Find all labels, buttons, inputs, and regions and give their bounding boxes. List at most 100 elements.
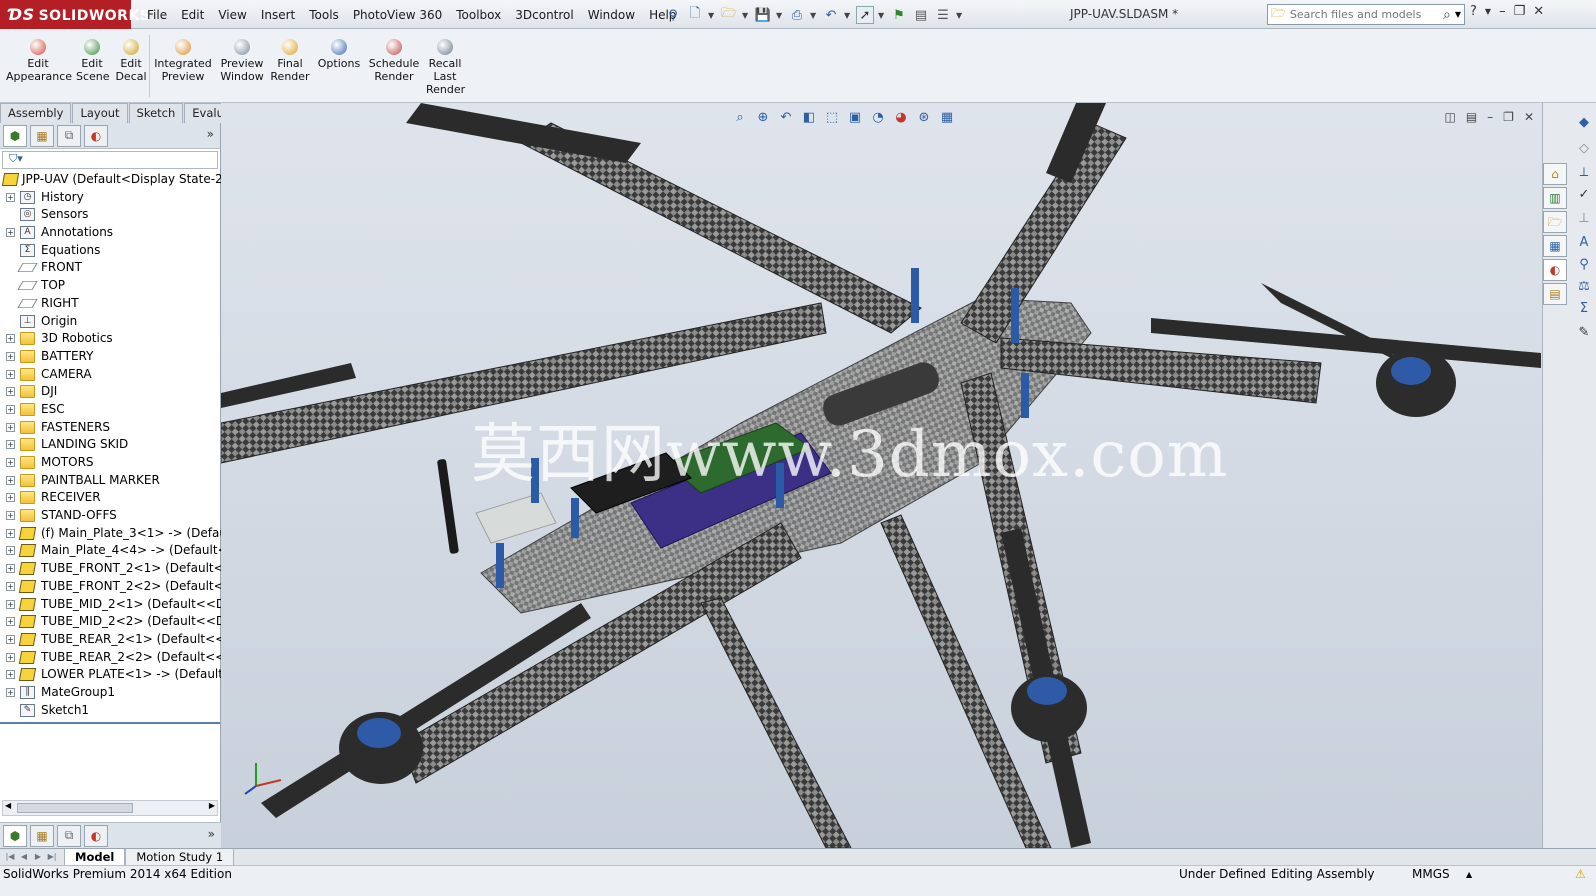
prev-tab-icon[interactable]: ◀: [18, 851, 30, 863]
chevron-down-icon[interactable]: ▼: [878, 11, 886, 20]
search-input[interactable]: [1285, 8, 1443, 21]
last-tab-icon[interactable]: ▶|: [46, 851, 58, 863]
appearances-scenes-icon[interactable]: ◐: [1543, 259, 1567, 281]
scroll-left-icon[interactable]: ◀: [5, 801, 11, 810]
propeller-top-left[interactable]: [406, 103, 641, 163]
tolerance-icon[interactable]: ⚖: [1575, 279, 1593, 297]
display-manager-tab-icon[interactable]: ◐: [84, 124, 108, 147]
check-icon[interactable]: ✓: [1575, 187, 1593, 205]
chevron-up-icon[interactable]: ▲: [1466, 866, 1472, 883]
expand-icon[interactable]: +: [6, 440, 15, 450]
standoff[interactable]: [1011, 288, 1019, 343]
expand-icon[interactable]: +: [6, 528, 15, 538]
tree-item[interactable]: + A Annotations: [0, 224, 220, 242]
tab-model[interactable]: Model: [64, 848, 126, 866]
split-view-2-icon[interactable]: ▤: [1466, 110, 1477, 124]
standoff[interactable]: [571, 498, 579, 538]
expand-icon[interactable]: +: [6, 511, 15, 521]
split-view-icon[interactable]: ◫: [1444, 110, 1455, 124]
chevron-down-icon[interactable]: ▼: [776, 11, 784, 20]
view-palette-icon[interactable]: ▦: [1543, 235, 1567, 257]
tab-assembly[interactable]: Assembly: [0, 103, 72, 123]
expand-icon[interactable]: +: [6, 192, 15, 202]
tree-item[interactable]: ⊥ Origin: [0, 313, 220, 331]
tree-item[interactable]: + CAMERA: [0, 366, 220, 384]
options-button[interactable]: Options: [316, 39, 362, 70]
arm-right[interactable]: [1000, 337, 1322, 404]
apply-scene-icon[interactable]: ⊛: [915, 109, 933, 127]
close-button[interactable]: ✕: [1524, 110, 1534, 124]
expand-icon[interactable]: +: [6, 422, 15, 432]
new-document-icon[interactable]: 🗋: [686, 6, 704, 24]
rebuild-icon[interactable]: ⚑: [890, 6, 908, 24]
edit-appearance-button[interactable]: Edit Appearance: [6, 39, 72, 83]
custom-properties-icon[interactable]: ▤: [1543, 283, 1567, 305]
display-style-icon[interactable]: ▣: [846, 109, 864, 127]
attachment-icon[interactable]: ✎: [1575, 325, 1593, 343]
expand-icon[interactable]: +: [6, 652, 15, 662]
tree-item[interactable]: + FASTENERS: [0, 419, 220, 437]
camera-module[interactable]: [475, 492, 557, 544]
tree-filter[interactable]: ⛉▾: [2, 151, 218, 169]
expand-icon[interactable]: +: [6, 670, 15, 680]
rebuild-status-icon[interactable]: ⚠: [1575, 866, 1586, 883]
design-library-arrow-icon[interactable]: ◆: [1575, 115, 1593, 133]
expand-tabs-icon[interactable]: »: [207, 127, 214, 141]
menu-item-insert[interactable]: Insert: [254, 8, 302, 22]
tree-item[interactable]: ✎ Sketch1: [0, 702, 220, 720]
property-manager-tab-icon[interactable]: ▦: [30, 824, 54, 847]
horizontal-scrollbar[interactable]: ◀ ▶: [2, 800, 218, 816]
expand-icon[interactable]: +: [6, 493, 15, 503]
tree-item[interactable]: + TUBE_MID_2<1> (Default<<Defau: [0, 596, 252, 614]
solidworks-resources-icon[interactable]: ⌂: [1543, 163, 1567, 185]
diamond-icon[interactable]: ◇: [1575, 141, 1593, 159]
save-icon[interactable]: 💾: [754, 6, 772, 24]
chevron-down-icon[interactable]: ▼: [742, 11, 750, 20]
units-selector[interactable]: MMGS: [1412, 866, 1450, 883]
tree-item[interactable]: TOP: [0, 277, 220, 295]
expand-icon[interactable]: +: [6, 581, 15, 591]
search-icon[interactable]: ⌕: [1443, 7, 1451, 23]
menu-item-view[interactable]: View: [211, 8, 253, 22]
feature-manager-tab-icon[interactable]: ⬢: [3, 824, 27, 847]
configuration-manager-tab-icon[interactable]: ⧉: [57, 824, 81, 847]
edit-appearance-icon[interactable]: ◕: [892, 109, 910, 127]
zoom-to-area-icon[interactable]: ⊕: [754, 109, 772, 127]
restore-button[interactable]: ❐: [1514, 4, 1526, 20]
first-tab-icon[interactable]: |◀: [4, 851, 16, 863]
zoom-to-fit-icon[interactable]: ⌕: [731, 109, 749, 127]
expand-icon[interactable]: +: [6, 599, 15, 609]
tree-item[interactable]: + (f) Main_Plate_3<1> -> (Default<<: [0, 525, 255, 543]
tree-item[interactable]: RIGHT: [0, 295, 220, 313]
tab-motion-study-1[interactable]: Motion Study 1: [125, 848, 235, 866]
help-icon[interactable]: ?: [1470, 4, 1477, 20]
search-box[interactable]: 🗁 ⌕ ▼: [1267, 4, 1465, 25]
expand-icon[interactable]: +: [6, 369, 15, 379]
menu-item-tools[interactable]: Tools: [302, 8, 346, 22]
open-folder-icon[interactable]: 🗁: [720, 6, 738, 24]
tree-item[interactable]: Σ Equations: [0, 242, 220, 260]
chevron-down-icon[interactable]: ▼: [1455, 10, 1461, 19]
tree-item[interactable]: + LOWER PLATE<1> -> (Default<<D: [0, 666, 252, 684]
tree-item[interactable]: + TUBE_REAR_2<2> (Default<<Defa: [0, 649, 253, 667]
configuration-manager-tab-icon[interactable]: ⧉: [57, 124, 81, 147]
tree-root-assembly[interactable]: JPP-UAV (Default<Display State-2>): [0, 171, 237, 189]
menu-item-file[interactable]: File: [140, 8, 174, 22]
expand-icon[interactable]: +: [6, 687, 15, 697]
design-library-icon[interactable]: ▥: [1543, 187, 1567, 209]
propeller-right-2[interactable]: [1261, 283, 1401, 363]
tree-item[interactable]: + BATTERY: [0, 348, 220, 366]
section-view-icon[interactable]: ◧: [800, 109, 818, 127]
tree-item[interactable]: + LANDING SKID: [0, 436, 220, 454]
menu-item-toolbox[interactable]: Toolbox: [449, 8, 508, 22]
chevron-down-icon[interactable]: ▼: [1485, 4, 1491, 20]
select-pointer-icon[interactable]: ➚: [856, 6, 874, 24]
antenna[interactable]: [437, 459, 459, 554]
balloon-icon[interactable]: ⚲: [1575, 257, 1593, 275]
scroll-thumb[interactable]: [17, 803, 133, 813]
expand-icon[interactable]: +: [6, 564, 15, 574]
propeller-bottom-left[interactable]: [261, 603, 591, 818]
minimize-button[interactable]: –: [1487, 110, 1493, 124]
property-manager-tab-icon[interactable]: ▦: [30, 124, 54, 147]
view-orientation-icon[interactable]: ⬚: [823, 109, 841, 127]
